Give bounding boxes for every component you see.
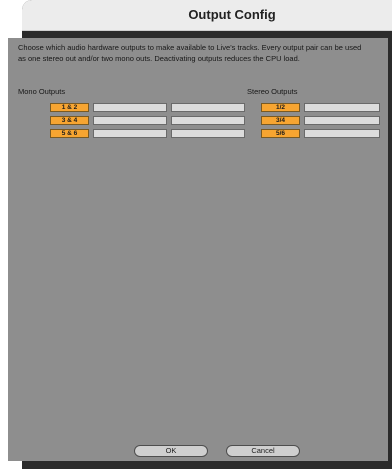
window-title: Output Config (188, 7, 276, 22)
mono-output-4-toggle[interactable] (171, 116, 245, 125)
stereo-output-next-toggle[interactable] (304, 116, 380, 125)
mono-pair-1-2-toggle[interactable]: 1 & 2 (50, 103, 89, 112)
stereo-output-next-toggle[interactable] (304, 129, 380, 138)
mono-outputs-label: Mono Outputs (18, 87, 66, 96)
mono-output-1-toggle[interactable] (93, 103, 167, 112)
title-bar: Output Config (22, 0, 392, 31)
stereo-output-5-6-toggle[interactable]: 5/6 (261, 129, 300, 138)
ok-button[interactable]: OK (134, 445, 208, 457)
mono-output-5-toggle[interactable] (93, 129, 167, 138)
stereo-row: 3/4 (261, 116, 380, 126)
stereo-outputs-label: Stereo Outputs (247, 87, 298, 96)
stereo-row: 1/2 (261, 103, 380, 113)
description-text: Choose which audio hardware outputs to m… (18, 43, 362, 63)
mono-output-2-toggle[interactable] (171, 103, 245, 112)
mono-output-6-toggle[interactable] (171, 129, 245, 138)
mono-output-3-toggle[interactable] (93, 116, 167, 125)
stereo-output-next-toggle[interactable] (304, 103, 380, 112)
stereo-output-1-2-toggle[interactable]: 1/2 (261, 103, 300, 112)
stereo-row: 5/6 (261, 129, 380, 139)
mono-row: 3 & 4 (50, 116, 245, 126)
stereo-output-3-4-toggle[interactable]: 3/4 (261, 116, 300, 125)
mono-pair-3-4-toggle[interactable]: 3 & 4 (50, 116, 89, 125)
mono-pair-5-6-toggle[interactable]: 5 & 6 (50, 129, 89, 138)
cancel-button[interactable]: Cancel (226, 445, 300, 457)
mono-row: 1 & 2 (50, 103, 245, 113)
mono-row: 5 & 6 (50, 129, 245, 139)
content-panel (8, 38, 388, 461)
